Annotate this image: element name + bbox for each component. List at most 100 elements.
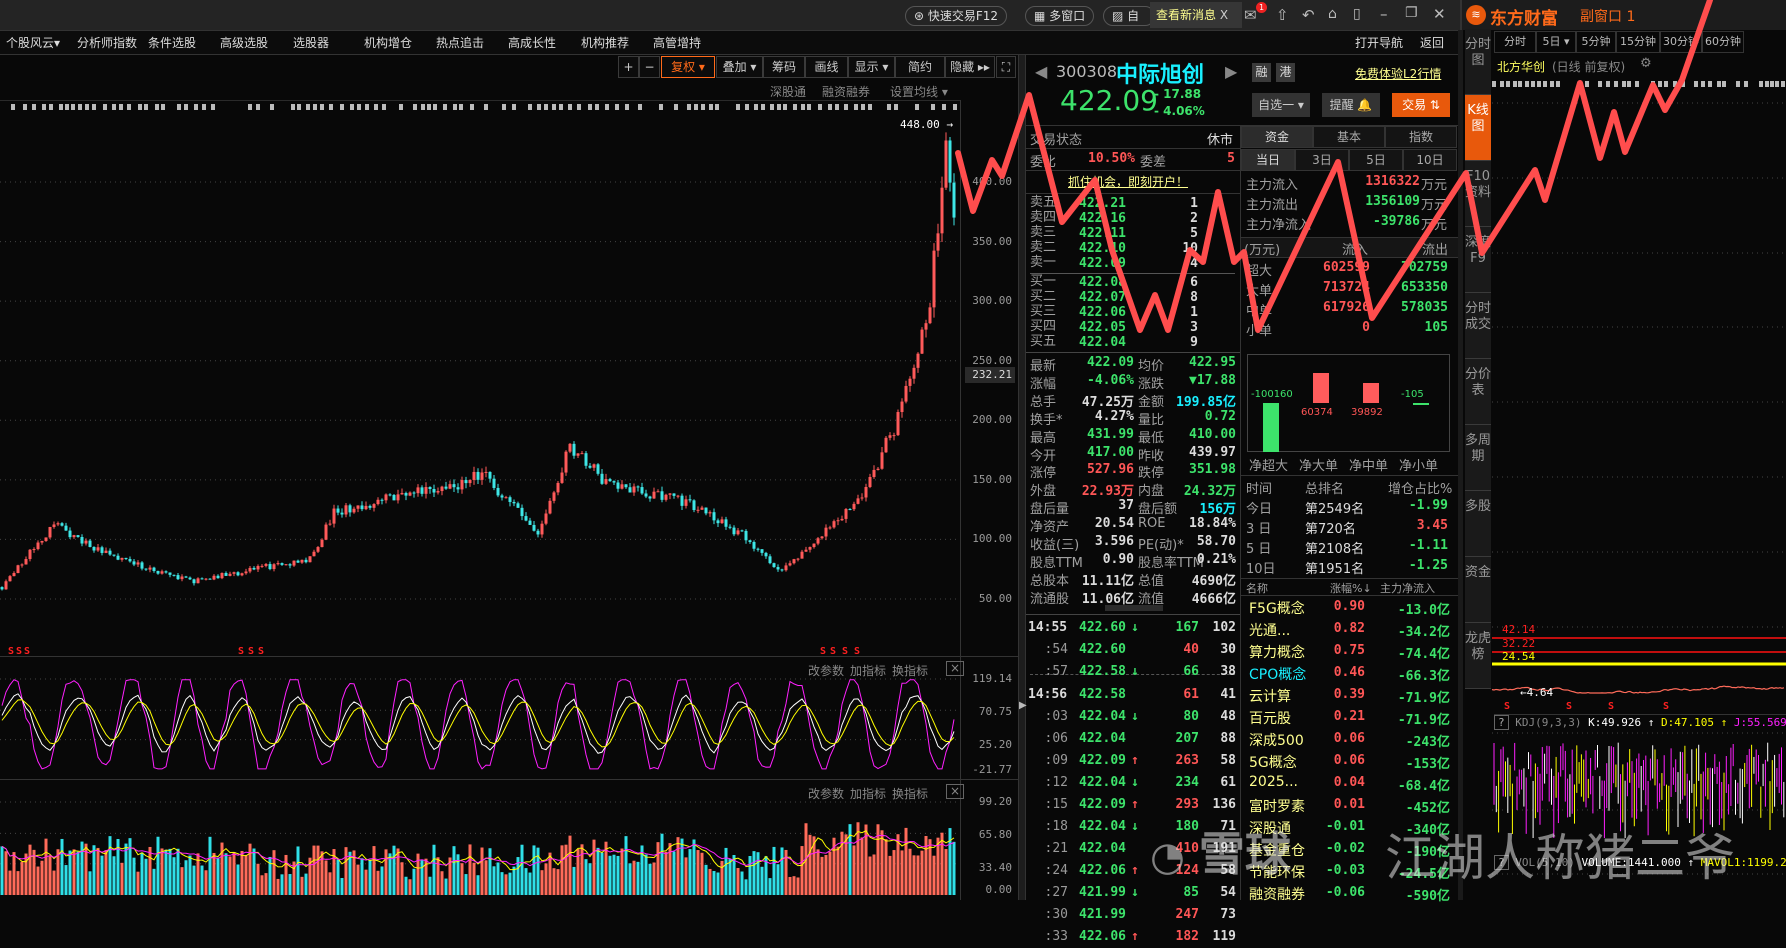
sector-name[interactable]: 富时罗素 (1249, 796, 1305, 816)
period-tab[interactable]: 3日 (1295, 149, 1349, 171)
arrow-up-icon[interactable]: ⇧ (1276, 6, 1289, 24)
sector-header[interactable]: 名称 (1246, 580, 1268, 596)
candle (508, 497, 512, 502)
vol-panel-button[interactable]: 换指标 (892, 785, 928, 802)
watchlist-button[interactable]: ▨ 自选 (1103, 6, 1155, 26)
hk-tag[interactable]: 港 (1276, 63, 1295, 82)
sector-name[interactable]: 光通... (1249, 620, 1290, 640)
back-link[interactable]: 返回 (1420, 34, 1444, 51)
kdj-panel-button[interactable]: 换指标 (892, 662, 928, 679)
trade-button[interactable]: 交易 ⇅ (1392, 93, 1450, 117)
trade-time: :21 (1044, 841, 1068, 856)
kdj-panel-button[interactable]: 加指标 (850, 662, 886, 679)
side-tab[interactable]: 深度F9 (1465, 227, 1491, 293)
sector-name[interactable]: 云计算 (1249, 686, 1291, 706)
ask-row[interactable]: 卖五 422.21 1 (1026, 195, 1240, 211)
ask-row[interactable]: 卖四 422.16 2 (1026, 210, 1240, 226)
side-tab[interactable]: 多周期 (1465, 425, 1491, 491)
minimize-icon[interactable]: – (1380, 5, 1388, 23)
skin-icon[interactable]: ⌂ (1328, 6, 1337, 22)
fund-tab[interactable]: 指数 (1385, 126, 1457, 148)
sub-kline-chart[interactable]: SSSS (1492, 0, 1786, 900)
trade-volume: 80 (1183, 709, 1199, 724)
open-account-promo-link[interactable]: 抓住机会，即刻开户！ (1068, 173, 1188, 190)
period-tab[interactable]: 10日 (1403, 149, 1457, 171)
close-window-icon[interactable]: ✕ (1433, 5, 1446, 23)
fullscreen-icon[interactable]: ⛶ (996, 56, 1016, 78)
bid-row[interactable]: 买五 422.04 9 (1026, 334, 1240, 350)
stat-row: 外盘 22.93万 内盘 24.32万 (1026, 480, 1240, 499)
ask-row[interactable]: 卖二 422.10 10 (1026, 240, 1240, 256)
event-marker (887, 104, 891, 110)
side-tab[interactable]: 分时图 (1465, 29, 1491, 95)
sector-header[interactable]: 主力净流入 (1380, 580, 1435, 596)
maximize-icon[interactable]: ❐ (1405, 5, 1418, 21)
bid-row[interactable]: 买二 422.07 8 (1026, 289, 1240, 305)
bid-row[interactable]: 买三 422.06 1 (1026, 304, 1240, 320)
candle (536, 530, 540, 535)
sector-name[interactable]: 百元股 (1249, 708, 1291, 728)
candle (68, 530, 72, 538)
ask-row[interactable]: 卖一 422.09 4 (1026, 255, 1240, 271)
kline-chart[interactable]: SSSSSSSSSS (0, 0, 960, 900)
side-tab[interactable]: 分价表 (1465, 359, 1491, 425)
period-tab[interactable]: 5日 (1349, 149, 1403, 171)
bid-row[interactable]: 买四 422.05 3 (1026, 319, 1240, 335)
volume-bar (220, 842, 224, 895)
sector-name[interactable]: 算力概念 (1249, 642, 1305, 662)
event-marker (1506, 81, 1510, 87)
stat-label: 流通股 (1030, 591, 1070, 607)
fund-tab[interactable]: 资金 (1241, 126, 1313, 148)
mail-icon[interactable]: ✉ (1244, 6, 1257, 24)
undo-icon[interactable]: ↶ (1302, 6, 1315, 24)
side-tab[interactable]: F10资料 (1465, 161, 1491, 227)
sector-name[interactable]: CPO概念 (1249, 664, 1306, 684)
side-tab[interactable]: K线图 (1465, 95, 1491, 161)
side-tab[interactable]: 龙虎榜 (1465, 623, 1491, 689)
rank-period: 5 日 (1246, 542, 1272, 557)
volume-bar (212, 852, 216, 895)
fund-tab[interactable]: 基本 (1313, 126, 1385, 148)
restore-icon[interactable]: ▯ (1353, 6, 1361, 22)
sector-header[interactable]: 涨幅%↓ (1330, 580, 1372, 596)
kdj-panel-button[interactable]: 改参数 (808, 662, 844, 679)
volume-bar (260, 875, 264, 895)
divider (1026, 614, 1240, 615)
axis-tick: 65.80 (978, 828, 1012, 841)
event-marker (761, 104, 765, 110)
side-tab[interactable]: 分时成交 (1465, 293, 1491, 359)
bid-row[interactable]: 买一 422.08 6 (1026, 274, 1240, 290)
side-tab[interactable]: 多股 (1465, 491, 1491, 557)
multi-window-button[interactable]: ▦ 多窗口 (1025, 6, 1095, 26)
sector-name[interactable]: F5G概念 (1249, 598, 1305, 618)
candle (384, 494, 388, 501)
expand-handle[interactable] (1105, 605, 1163, 611)
sector-name[interactable]: 深成500 (1249, 730, 1304, 750)
volume-bar (860, 837, 864, 895)
sector-name[interactable]: 2025... (1249, 774, 1298, 790)
candle (104, 550, 108, 553)
vol-panel-button[interactable]: 加指标 (850, 785, 886, 802)
open-nav-link[interactable]: 打开导航 (1355, 34, 1403, 51)
trade-volume: 66 (1183, 664, 1199, 679)
sector-name[interactable]: 5G概念 (1249, 752, 1297, 772)
stat-row: 盘后量 37 盘后额 156万 (1026, 498, 1240, 517)
event-marker (1694, 81, 1698, 87)
stat-value: 351.98 (1189, 462, 1236, 478)
watchlist-dropdown[interactable]: 自选一 ▾ (1252, 93, 1310, 117)
prev-stock-icon[interactable]: ◀ (1035, 62, 1047, 81)
candle (924, 323, 928, 330)
ask-row[interactable]: 卖三 422.11 5 (1026, 225, 1240, 241)
alert-button[interactable]: 提醒 🔔 (1322, 93, 1380, 117)
vol-panel-button[interactable]: 改参数 (808, 785, 844, 802)
close-icon[interactable]: X (1220, 8, 1228, 22)
panel-divider[interactable] (1018, 55, 1026, 900)
next-stock-icon[interactable]: ▶ (1225, 62, 1237, 81)
l2-trial-link[interactable]: 免费体验L2行情 (1355, 65, 1441, 82)
margin-tag[interactable]: 融 (1252, 63, 1271, 82)
sector-name[interactable]: 融资融券 (1249, 884, 1305, 904)
news-notification[interactable]: 查看新消息 X (1150, 2, 1242, 28)
kdj-help-button[interactable]: ? (1494, 715, 1509, 730)
side-tab[interactable]: 资金 (1465, 557, 1491, 623)
period-tab[interactable]: 当日 (1241, 149, 1295, 171)
